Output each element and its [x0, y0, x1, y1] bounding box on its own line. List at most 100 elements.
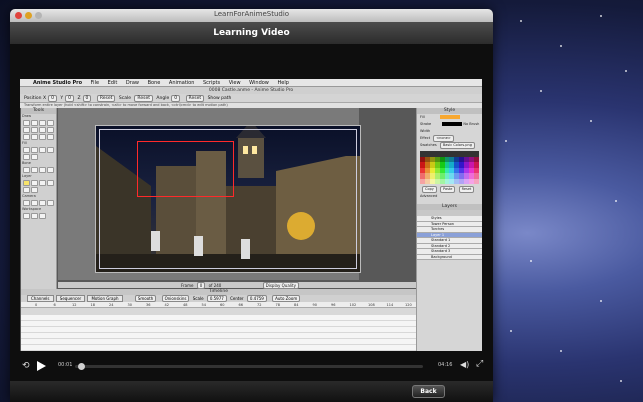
- app-window: LearnForAnimeStudio Learning Video Anime…: [10, 9, 493, 402]
- no-brush-label[interactable]: No Brush: [463, 122, 479, 126]
- tl-center-field[interactable]: 0.4759: [246, 295, 267, 302]
- player-controls: ⟲ 00:01 04:16 ◀) ⤢: [20, 359, 483, 374]
- timeline-tracks[interactable]: [21, 315, 416, 351]
- angle-field[interactable]: 0: [171, 95, 181, 102]
- menu-window[interactable]: Window: [249, 80, 269, 86]
- ruler-tick: 66: [238, 303, 243, 307]
- onionskin-select[interactable]: Onionskins: [161, 295, 190, 302]
- auto-zoom-button[interactable]: Auto Zoom: [272, 295, 301, 302]
- paste-button[interactable]: Paste: [440, 186, 456, 193]
- effect-row: Effect <none>: [417, 135, 482, 142]
- replay-icon[interactable]: ⟲: [22, 361, 30, 371]
- x-field[interactable]: 0: [48, 95, 57, 102]
- ruler-tick: 72: [257, 303, 262, 307]
- star: [625, 70, 627, 72]
- tab-channels[interactable]: Channels: [27, 295, 54, 302]
- frame-field[interactable]: 0: [196, 282, 206, 289]
- menu-edit[interactable]: Edit: [108, 80, 118, 86]
- timeline-ruler[interactable]: 0 6 12 18 24 30 36 42 48 54 60 66 72 78 84 90 96 102 108 11…: [21, 302, 416, 308]
- menu-draw[interactable]: Draw: [126, 80, 139, 86]
- tab-sequencer[interactable]: Sequencer: [55, 295, 86, 302]
- ruler-tick: 18: [90, 303, 95, 307]
- effect-label: Effect: [420, 136, 431, 140]
- ruler-tick: 24: [109, 303, 114, 307]
- swatches-row: Swatches Basic Colors.png: [417, 142, 482, 149]
- frame-label: Frame: [181, 283, 194, 288]
- ruler-tick: 60: [220, 303, 225, 307]
- stroke-row[interactable]: Stroke No Brush: [417, 121, 482, 128]
- menu-anime-studio[interactable]: Anime Studio Pro: [33, 80, 82, 86]
- reset-angle-button[interactable]: Reset: [185, 95, 205, 102]
- camera-tools[interactable]: [21, 199, 56, 207]
- tool-options-bar: Position X0 Y0 Z0 Reset Scale Reset Angl…: [20, 94, 482, 103]
- star: [520, 20, 522, 22]
- ruler-tick: 12: [72, 303, 77, 307]
- interp-select[interactable]: Smooth: [134, 295, 157, 302]
- reset-position-button[interactable]: Reset: [96, 95, 116, 102]
- effect-select[interactable]: <none>: [433, 135, 454, 142]
- star: [615, 200, 617, 202]
- selection-box[interactable]: [137, 141, 234, 197]
- fullscreen-icon[interactable]: ⤢: [476, 359, 483, 369]
- workspace-tools[interactable]: [21, 212, 56, 220]
- star: [560, 45, 562, 47]
- layer-item[interactable]: Background: [417, 254, 482, 260]
- progress-track[interactable]: [75, 365, 423, 368]
- layer-tools[interactable]: [21, 179, 56, 194]
- ruler-tick: 108: [368, 303, 375, 307]
- timeline-toolbar: Channels Sequencer Motion Graph Smooth O…: [21, 295, 416, 302]
- star: [600, 300, 602, 302]
- fill-label: Fill: [420, 115, 425, 119]
- angle-label: Angle: [156, 96, 170, 101]
- color-swatches[interactable]: [420, 151, 479, 184]
- width-row: Width: [417, 128, 482, 135]
- ruler-tick: 6: [53, 303, 56, 307]
- ruler-tick: 78: [275, 303, 280, 307]
- ruler-tick: 84: [294, 303, 299, 307]
- stroke-color-swatch[interactable]: [442, 122, 463, 126]
- ruler-tick: 90: [312, 303, 317, 307]
- x-label: X: [42, 96, 47, 101]
- menu-animation[interactable]: Animation: [169, 80, 195, 86]
- show-path-checkbox[interactable]: Show path: [208, 96, 232, 101]
- video-frame[interactable]: Anime Studio Pro File Edit Draw Bone Ani…: [20, 79, 482, 351]
- advanced-checkbox[interactable]: Advanced: [417, 193, 482, 200]
- back-button[interactable]: Back: [412, 385, 445, 398]
- style-reset-button[interactable]: Reset: [458, 186, 475, 193]
- copy-button[interactable]: Copy: [422, 186, 437, 193]
- star: [560, 350, 562, 352]
- app-menubar: Anime Studio Pro File Edit Draw Bone Ani…: [20, 79, 482, 87]
- menu-file[interactable]: File: [91, 80, 99, 86]
- ruler-tick: 30: [127, 303, 132, 307]
- scale-label: Scale: [118, 96, 131, 101]
- tl-scale-field[interactable]: 0.5977: [206, 295, 227, 302]
- fill-row[interactable]: Fill: [417, 114, 482, 121]
- tab-motion-graph[interactable]: Motion Graph: [87, 295, 123, 302]
- frame-total: of 240: [208, 283, 222, 288]
- y-field[interactable]: 0: [65, 95, 74, 102]
- tl-center-label: Center: [230, 296, 244, 301]
- swatch-cell[interactable]: [474, 178, 479, 184]
- draw-tools[interactable]: [21, 119, 56, 141]
- menu-help[interactable]: Help: [277, 80, 288, 86]
- play-icon[interactable]: [37, 361, 46, 371]
- footer-bar: Back: [10, 381, 493, 402]
- menu-bone[interactable]: Bone: [148, 80, 161, 86]
- progress-knob[interactable]: [78, 363, 86, 370]
- fill-tools[interactable]: [21, 146, 56, 161]
- bone-tools[interactable]: [21, 166, 56, 174]
- star: [530, 260, 532, 262]
- volume-icon[interactable]: ◀): [460, 360, 469, 369]
- menu-scripts[interactable]: Scripts: [203, 80, 220, 86]
- page-header: Learning Video: [10, 22, 493, 44]
- fill-color-swatch[interactable]: [439, 115, 460, 119]
- star: [620, 380, 622, 382]
- swatch-set-select[interactable]: Basic Colors.png: [439, 142, 475, 149]
- reset-scale-button[interactable]: Reset: [134, 95, 153, 102]
- display-quality-button[interactable]: Display Quality: [262, 282, 299, 289]
- width-label: Width: [420, 129, 431, 133]
- menu-view[interactable]: View: [229, 80, 241, 86]
- z-field[interactable]: 0: [82, 95, 92, 102]
- ruler-tick: 36: [146, 303, 151, 307]
- star: [600, 15, 602, 17]
